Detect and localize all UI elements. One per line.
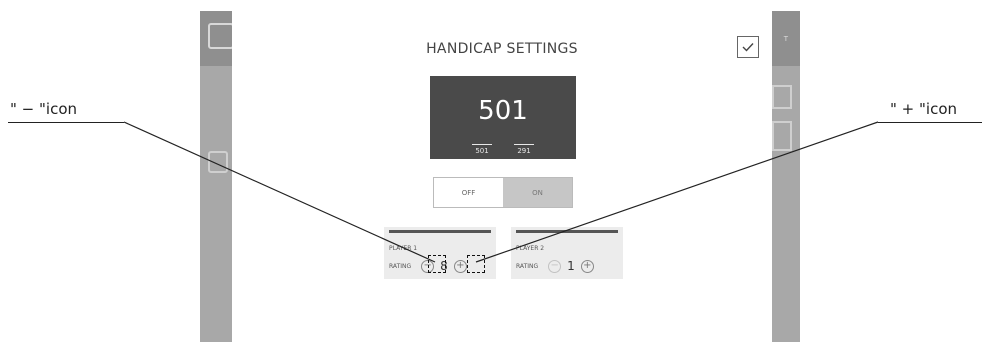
plus-highlight-box: [467, 255, 485, 273]
player-card-2: PLAYER 2 RATING − 1 +: [511, 227, 623, 279]
dialog-title: HANDICAP SETTINGS: [426, 41, 578, 57]
check-icon: [742, 43, 754, 52]
plus-icon-callout: " + "icon: [890, 100, 958, 118]
player-color-bar: [516, 230, 618, 233]
player-color-bar: [389, 230, 491, 233]
player-name: PLAYER 2: [516, 245, 545, 252]
minus-icon[interactable]: −: [548, 259, 562, 273]
score-main-value: 501: [478, 96, 528, 126]
background-side-button: [772, 85, 792, 109]
toggle-off-button[interactable]: OFF: [434, 178, 503, 207]
handicap-toggle: OFF ON: [433, 177, 573, 208]
plus-callout-underline: [878, 122, 982, 123]
background-header-text: T: [783, 35, 788, 43]
back-arrow-icon: [208, 151, 228, 173]
rating-label: RATING: [389, 262, 412, 270]
background-side-button: [772, 121, 792, 151]
confirm-button[interactable]: [737, 36, 759, 58]
rating-row: RATING − 1 +: [516, 259, 594, 273]
handicap-settings-dialog: HANDICAP SETTINGS 501 501 291 OFF ON PLA…: [232, 11, 772, 342]
score-display: 501 501 291: [430, 76, 576, 159]
rating-label: RATING: [516, 262, 539, 270]
player1-score: 501: [472, 144, 492, 155]
plus-icon[interactable]: +: [580, 259, 594, 273]
minus-highlight-box: [428, 255, 446, 273]
rating-value: 1: [567, 259, 575, 273]
home-icon: [208, 23, 234, 49]
toggle-on-button[interactable]: ON: [503, 178, 572, 207]
player2-score: 291: [514, 144, 534, 155]
player-name: PLAYER 1: [389, 245, 418, 252]
minus-callout-underline: [8, 122, 124, 123]
plus-icon[interactable]: +: [453, 259, 467, 273]
minus-icon-callout: " − "icon: [10, 100, 78, 118]
